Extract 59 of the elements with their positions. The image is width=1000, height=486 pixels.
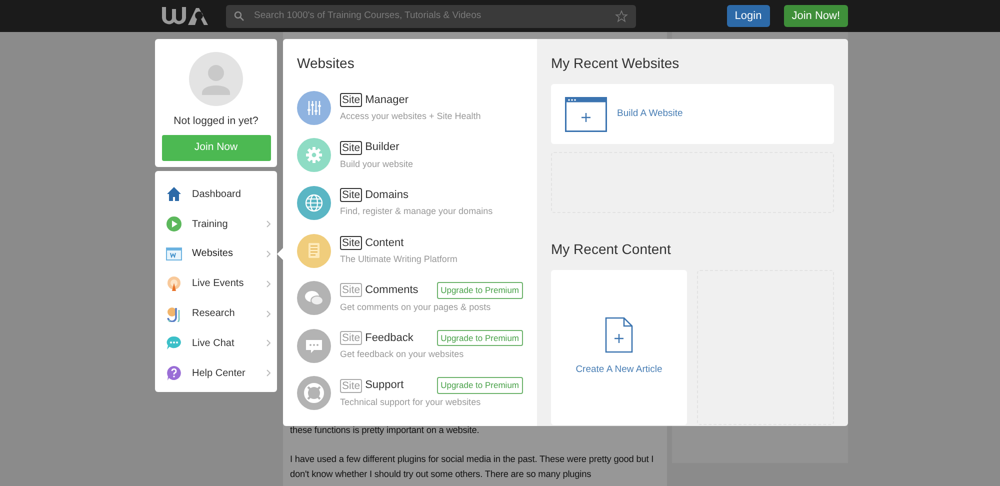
tool-name: Manager bbox=[365, 92, 409, 108]
play-icon bbox=[166, 216, 182, 232]
tool-name: Domains bbox=[365, 188, 408, 203]
tool-name: Support bbox=[365, 378, 404, 394]
site-label: Site bbox=[340, 93, 362, 108]
menu-item[interactable]: Training bbox=[155, 209, 277, 240]
add-window-icon bbox=[565, 96, 607, 132]
tool-description: Get comments on your pages & posts bbox=[340, 300, 492, 314]
tool-description: Technical support for your websites bbox=[340, 396, 482, 409]
menu-item[interactable]: Live Events bbox=[155, 268, 277, 299]
site-tool-item[interactable]: Site Comments Upgrade to Premium Get comments on your pages & posts bbox=[297, 274, 523, 322]
section-heading: My Recent Websites bbox=[551, 54, 680, 73]
site-tool-item[interactable]: Site Manager Access your websites + Site Health bbox=[297, 84, 523, 132]
site-label: Site bbox=[340, 331, 362, 346]
site-label: Site bbox=[340, 188, 362, 202]
site-tool-item[interactable]: Site Builder Build your website bbox=[297, 132, 523, 180]
menu-item[interactable]: Research bbox=[155, 298, 277, 328]
create-article-card[interactable]: Create A New Article bbox=[551, 270, 687, 425]
build-website-card[interactable]: Build A Website bbox=[551, 84, 834, 144]
site-tool-item[interactable]: Site Domains Find, register & manage your domains bbox=[297, 179, 523, 227]
browser-icon bbox=[166, 246, 182, 262]
site-label: Site bbox=[340, 283, 362, 298]
tool-description: Get feedback on your websites bbox=[340, 348, 465, 362]
menu-item[interactable]: Live Chat bbox=[155, 328, 277, 358]
tool-description: The Ultimate Writing Platform bbox=[340, 253, 458, 266]
search-field[interactable]: Search 1000's of Training Courses, Tutorials & Videos bbox=[226, 4, 636, 28]
tool-name: Comments bbox=[365, 283, 418, 298]
site-tool-item[interactable]: Site Feedback Upgrade to Premium Get feedback on your websites bbox=[297, 322, 523, 370]
search-icon bbox=[234, 11, 244, 21]
tool-description: Access your websites + Site Health bbox=[340, 110, 482, 124]
tool-name: Feedback bbox=[365, 330, 414, 346]
site-tool-item[interactable]: Site Content The Ultimate Writing Platform bbox=[297, 226, 523, 274]
menu-item[interactable]: Dashboard bbox=[155, 180, 277, 210]
add-document-icon bbox=[605, 317, 633, 354]
section-heading: Websites bbox=[297, 54, 356, 73]
menu-item[interactable]: Websites bbox=[155, 239, 277, 269]
star-icon[interactable] bbox=[615, 10, 628, 22]
article-paragraph: I have used a few different plugins for social media in the past. These were pretty good but I don't know whether I should try out some others. There are so many plugins bbox=[290, 453, 655, 481]
tool-name: Builder bbox=[365, 140, 400, 156]
section-heading: My Recent Content bbox=[551, 240, 672, 259]
avatar-icon bbox=[189, 52, 243, 106]
research-icon bbox=[166, 306, 182, 322]
search-input[interactable]: Search 1000's of Training Courses, Tutorials & Videos bbox=[252, 8, 607, 24]
site-label: Site bbox=[340, 378, 362, 393]
join-button[interactable]: Join Now! bbox=[784, 4, 848, 28]
menu-item[interactable]: Help Center bbox=[155, 358, 277, 388]
help-icon bbox=[166, 365, 182, 382]
site-tool-item[interactable]: Site Support Upgrade to Premium Technical support for your websites bbox=[297, 370, 523, 418]
home-icon bbox=[166, 186, 182, 202]
site-label: Site bbox=[340, 236, 362, 250]
broadcast-icon bbox=[166, 276, 182, 292]
login-button[interactable]: Login bbox=[726, 4, 770, 28]
tool-name: Content bbox=[365, 236, 404, 251]
site-label: Site bbox=[340, 140, 362, 155]
chat-icon bbox=[166, 335, 182, 352]
tool-description: Build your website bbox=[340, 158, 414, 171]
login-prompt: Not logged in yet? bbox=[174, 114, 258, 129]
tool-description: Find, register & manage your domains bbox=[340, 205, 494, 218]
article-paragraph: these functions is pretty important on a website. bbox=[290, 424, 480, 437]
